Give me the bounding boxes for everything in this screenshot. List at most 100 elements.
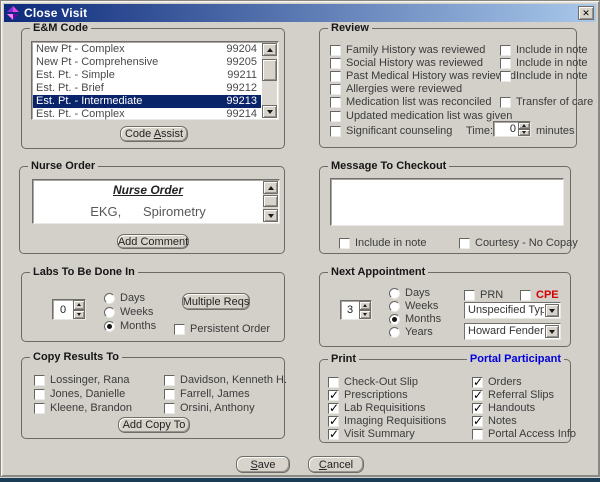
nurse-order-scrollbar[interactable]: [263, 181, 278, 222]
radio-labs-weeks[interactable]: Weeks: [104, 306, 153, 318]
nurse-order-textbox[interactable]: Nurse Order EKG, Spirometry: [32, 179, 280, 224]
checkbox-past-medical-history[interactable]: Past Medical History was reviewed: [330, 70, 516, 82]
checkbox[interactable]: [328, 427, 339, 441]
stepper-value[interactable]: 0: [494, 122, 518, 136]
checkbox[interactable]: [472, 428, 483, 440]
stepper-down-button[interactable]: [73, 309, 85, 319]
checkbox-courtesy-no-copay[interactable]: Courtesy - No Copay: [459, 237, 578, 249]
radio-button[interactable]: [389, 300, 400, 312]
checkbox-msg-include-note[interactable]: Include in note: [339, 237, 427, 249]
checkbox-family-history[interactable]: Family History was reviewed: [330, 44, 485, 56]
provider-dropdown[interactable]: Howard Fenderson: [464, 323, 561, 340]
checkbox[interactable]: [34, 402, 45, 414]
em-code-list-item[interactable]: Est. Pt. - Simple 99211: [33, 69, 261, 82]
radio-appt-years[interactable]: Years: [389, 326, 433, 338]
checkbox[interactable]: [164, 402, 175, 414]
checkbox-include-note-3[interactable]: Include in note: [500, 70, 588, 82]
em-code-listbox[interactable]: New Pt - Complex 99204 New Pt - Comprehen…: [31, 41, 279, 120]
title-bar[interactable]: Close Visit ✕: [4, 4, 596, 22]
radio-appt-weeks[interactable]: Weeks: [389, 300, 438, 312]
checkbox-lab-requisitions[interactable]: Lab Requisitions: [328, 401, 425, 415]
checkbox[interactable]: [330, 125, 341, 137]
checkbox-prescriptions[interactable]: Prescriptions: [328, 388, 408, 402]
stepper-up-button[interactable]: [359, 301, 371, 310]
checkbox-referral-slips[interactable]: Referral Slips: [472, 388, 554, 402]
add-comment-button[interactable]: Add Comment: [117, 234, 189, 249]
checkbox-include-note-2[interactable]: Include in note: [500, 57, 588, 69]
checkbox[interactable]: [472, 401, 483, 415]
scroll-up-button[interactable]: [262, 43, 277, 56]
radio-labs-months[interactable]: Months: [104, 320, 156, 332]
time-stepper[interactable]: 0: [493, 121, 531, 137]
message-textbox[interactable]: [330, 178, 564, 226]
em-code-list-item[interactable]: Est. Pt. - Complex 99214: [33, 108, 261, 121]
radio-button[interactable]: [389, 287, 400, 299]
radio-button[interactable]: [389, 313, 400, 325]
checkbox[interactable]: [500, 44, 511, 56]
stepper-value[interactable]: 0: [53, 300, 73, 319]
radio-button[interactable]: [104, 320, 115, 332]
checkbox-medication-reconciled[interactable]: Medication list was reconciled: [330, 96, 492, 108]
checkbox-cpe[interactable]: CPE: [520, 289, 559, 301]
checkbox[interactable]: [164, 388, 175, 400]
dropdown-button[interactable]: [545, 304, 559, 317]
checkbox[interactable]: [328, 376, 339, 388]
scroll-thumb[interactable]: [263, 195, 278, 207]
checkbox[interactable]: [328, 414, 339, 428]
checkbox-imaging-requisitions[interactable]: Imaging Requisitions: [328, 414, 446, 428]
checkbox[interactable]: [174, 323, 185, 335]
radio-button[interactable]: [104, 306, 115, 318]
checkbox[interactable]: [464, 289, 475, 301]
checkbox[interactable]: [500, 57, 511, 69]
radio-button[interactable]: [104, 292, 115, 304]
em-code-list-item[interactable]: Est. Pt. - Brief 99212: [33, 82, 261, 95]
code-assist-button[interactable]: Code Assist: [120, 126, 188, 142]
checkbox-checkout-slip[interactable]: Check-Out Slip: [328, 376, 418, 388]
appt-type-dropdown[interactable]: Unspecified Type: [464, 302, 561, 319]
checkbox-prn[interactable]: PRN: [464, 289, 503, 301]
em-list-scrollbar[interactable]: [262, 43, 277, 118]
em-code-list-item[interactable]: New Pt - Complex 99204: [33, 43, 261, 56]
scroll-down-button[interactable]: [262, 105, 277, 118]
em-code-list-item[interactable]: New Pt - Comprehensive 99205: [33, 56, 261, 69]
appt-interval-stepper[interactable]: 3: [340, 300, 372, 320]
checkbox-portal-access-info[interactable]: Portal Access Info: [472, 428, 576, 440]
checkbox-jones[interactable]: Jones, Danielle: [34, 388, 125, 400]
add-copy-to-button[interactable]: Add Copy To: [118, 417, 190, 433]
checkbox[interactable]: [472, 414, 483, 428]
checkbox[interactable]: [164, 374, 175, 386]
radio-button[interactable]: [389, 326, 400, 338]
checkbox[interactable]: [330, 110, 341, 122]
labs-interval-stepper[interactable]: 0: [52, 299, 86, 320]
checkbox-orders[interactable]: Orders: [472, 375, 522, 389]
checkbox-davidson[interactable]: Davidson, Kenneth H.: [164, 374, 287, 386]
stepper-down-button[interactable]: [359, 310, 371, 319]
stepper-down-button[interactable]: [518, 129, 530, 136]
scroll-down-button[interactable]: [263, 209, 278, 222]
checkbox-updated-medication[interactable]: Updated medication list was given: [330, 110, 512, 122]
checkbox-transfer-of-care[interactable]: Transfer of care: [500, 96, 593, 108]
save-button[interactable]: Save: [236, 456, 290, 473]
checkbox-significant-counseling[interactable]: Significant counseling: [330, 125, 452, 137]
checkbox[interactable]: [472, 375, 483, 389]
checkbox-allergies[interactable]: Allergies were reviewed: [330, 83, 462, 95]
checkbox[interactable]: [34, 374, 45, 386]
checkbox[interactable]: [330, 83, 341, 95]
checkbox-visit-summary[interactable]: Visit Summary: [328, 427, 415, 441]
em-code-list-item[interactable]: Est. Pt. - Intermediate 99213: [33, 95, 261, 108]
stepper-value[interactable]: 3: [341, 301, 359, 319]
checkbox[interactable]: [330, 44, 341, 56]
checkbox-lossinger[interactable]: Lossinger, Rana: [34, 374, 130, 386]
radio-appt-days[interactable]: Days: [389, 287, 430, 299]
checkbox[interactable]: [500, 96, 511, 108]
multiple-reqs-button[interactable]: Multiple Reqs: [182, 293, 250, 310]
checkbox[interactable]: [330, 96, 341, 108]
stepper-up-button[interactable]: [518, 122, 530, 129]
cancel-button[interactable]: Cancel: [308, 456, 364, 473]
checkbox[interactable]: [339, 237, 350, 249]
checkbox-notes[interactable]: Notes: [472, 414, 517, 428]
scroll-up-button[interactable]: [263, 181, 278, 194]
checkbox-orsini[interactable]: Orsini, Anthony: [164, 402, 255, 414]
checkbox[interactable]: [459, 237, 470, 249]
checkbox-persistent-order[interactable]: Persistent Order: [174, 323, 270, 335]
